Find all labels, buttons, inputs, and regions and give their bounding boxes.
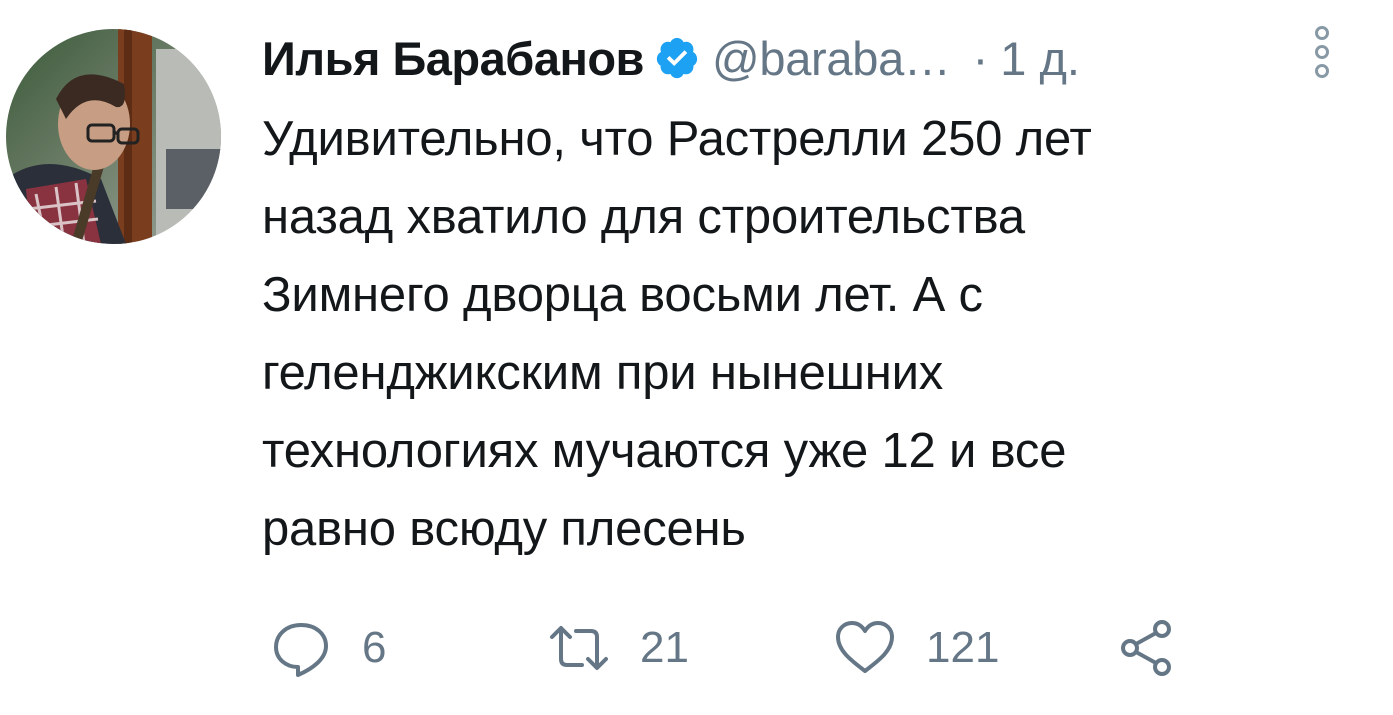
- tweet-timestamp[interactable]: 1 д.: [1000, 31, 1080, 86]
- separator-dot: ·: [972, 31, 989, 85]
- share-icon: [1114, 615, 1180, 681]
- avatar[interactable]: [6, 29, 221, 244]
- retweet-count: 21: [640, 623, 689, 672]
- verified-badge-icon: [654, 35, 700, 81]
- retweet-icon: [546, 615, 612, 681]
- like-button[interactable]: 121: [832, 612, 999, 684]
- heart-icon: [832, 615, 898, 681]
- more-vertical-icon[interactable]: [1305, 24, 1339, 80]
- like-count: 121: [926, 623, 1000, 672]
- author-handle[interactable]: @baraba…: [712, 31, 951, 86]
- tweet-text: Удивительно, что Растрелли 250 лет назад…: [262, 112, 1092, 556]
- tweet-actions: 6 21 121: [262, 612, 1262, 684]
- author-name[interactable]: Илья Барабанов: [262, 31, 644, 86]
- share-button[interactable]: [1114, 612, 1180, 684]
- tweet-header: Илья Барабанов @baraba… · 1 д.: [262, 28, 1352, 88]
- reply-icon: [268, 615, 334, 681]
- retweet-button[interactable]: 21: [546, 612, 689, 684]
- reply-count: 6: [362, 623, 387, 672]
- reply-button[interactable]: 6: [268, 612, 386, 684]
